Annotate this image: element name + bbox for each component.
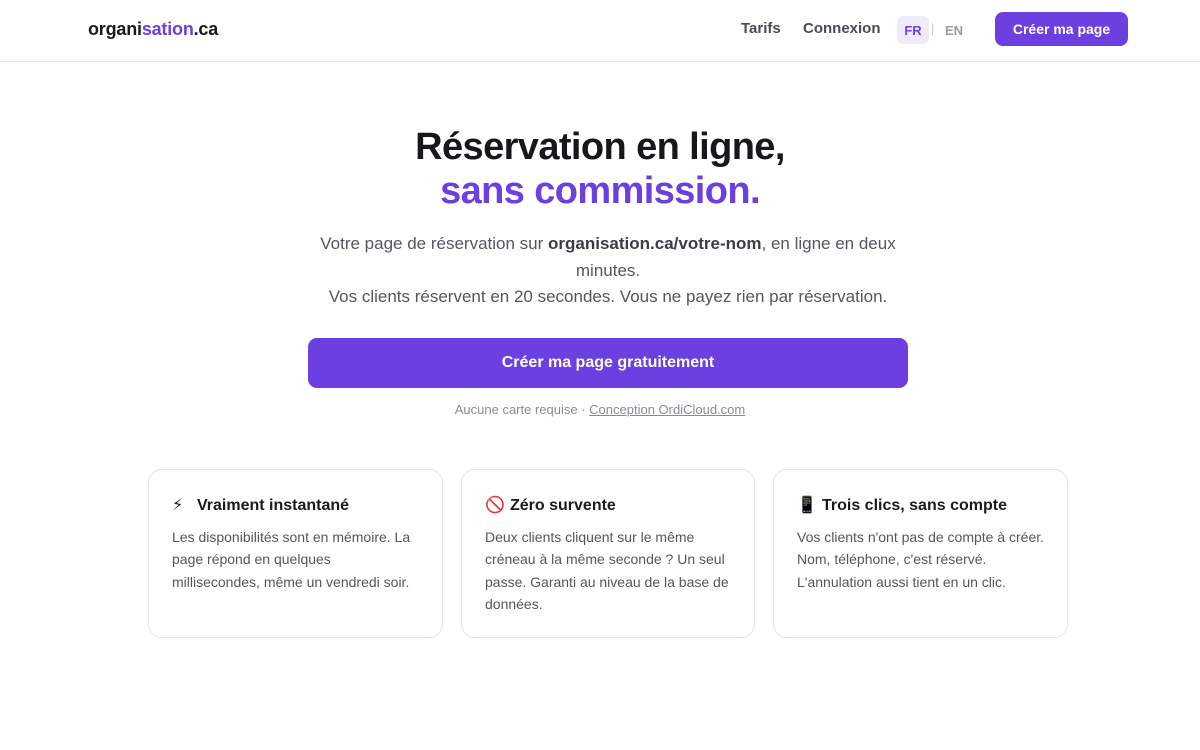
mobile-phone-icon: 📱 [797, 497, 817, 514]
lightning-icon: ⚡ [172, 497, 184, 514]
feature-card-no-overbooking: 🚫 Zéro survente Deux clients cliquent sur… [461, 469, 755, 638]
prohibited-icon: 🚫 [485, 497, 505, 514]
top-navigation-bar: organisation.ca Tarifs Connexion FR | EN… [0, 0, 1200, 62]
feature-card-title: 📱 Trois clics, sans compte [797, 495, 1007, 515]
feature-title-text: Zéro survente [510, 497, 616, 514]
feature-card-three-clicks: 📱 Trois clics, sans compte Vos clients n'… [773, 469, 1068, 638]
feature-card-text: Deux clients cliquent sur le même crénea… [485, 529, 729, 612]
hero-subtitle: Votre page de réservation sur organisati… [300, 231, 916, 311]
logo-text-part3: .ca [193, 19, 219, 39]
logo-text-part1: organi [88, 19, 142, 39]
logo-text-part2: sation [141, 19, 194, 39]
hero-title-line1: Réservation en ligne, [415, 126, 785, 168]
hero-create-page-free-button[interactable]: Créer ma page gratuitement [308, 338, 908, 388]
feature-card-text: Vos clients n'ont pas de compte à créer.… [797, 529, 1045, 590]
hero-title: Réservation en ligne, sans commission. [0, 125, 1200, 213]
hero-title-line2: sans commission. [440, 170, 760, 212]
cta-note: Aucune carte requise · Conception OrdiCl… [0, 402, 1200, 417]
language-fr-button[interactable]: FR [897, 16, 929, 44]
feature-title-text: Vraiment instantané [197, 497, 350, 514]
feature-card-title: ⚡ Vraiment instantané [172, 495, 349, 515]
nav-link-tarifs[interactable]: Tarifs [741, 20, 781, 37]
ordicloud-credit-link[interactable]: Conception OrdiCloud.com [589, 402, 745, 417]
feature-title-text: Trois clics, sans compte [822, 497, 1007, 514]
feature-card-text: Les disponibilités sont en mémoire. La p… [172, 529, 411, 590]
feature-card-title: 🚫 Zéro survente [485, 495, 616, 515]
site-logo[interactable]: organisation.ca [88, 19, 218, 40]
nav-link-connexion[interactable]: Connexion [803, 20, 881, 37]
hero-subtitle-url: organisation.ca/votre-nom [548, 234, 762, 253]
cta-note-text: Aucune carte requise · [454, 402, 590, 417]
hero-subtitle-pre: Votre page de réservation sur [320, 234, 549, 253]
language-en-button[interactable]: EN [940, 16, 968, 44]
hero-subtitle-line2: Vos clients réservent en 20 secondes. Vo… [328, 287, 888, 306]
header-create-page-button[interactable]: Créer ma page [995, 12, 1128, 46]
feature-card-instant: ⚡ Vraiment instantané Les disponibilités … [148, 469, 443, 638]
language-separator: | [931, 21, 935, 36]
